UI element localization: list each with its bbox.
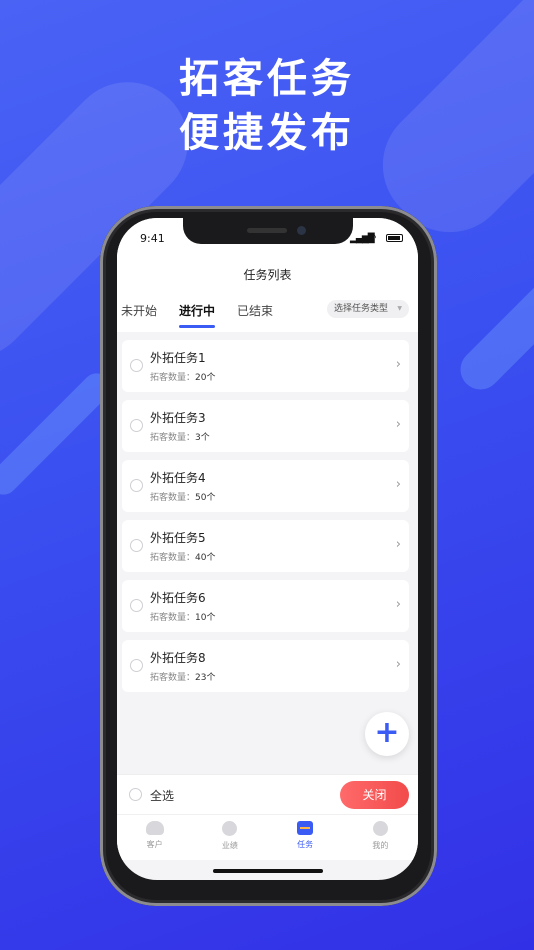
phone-notch [183,218,353,244]
select-radio[interactable] [130,479,143,492]
task-count: 拓客数量：50个 [150,490,215,503]
count-value: 3个 [195,433,210,443]
tabbar-label: 我的 [372,841,389,850]
chevron-right-icon: › [395,597,401,612]
tab-not-started[interactable]: 未开始 [121,302,157,324]
select-radio[interactable] [130,659,143,672]
close-button[interactable]: 关闭 [340,781,409,809]
page-title: 任务列表 [243,268,292,282]
select-all-label[interactable]: 全选 [150,787,174,804]
background-decoration [0,367,117,501]
page-header: 任务列表 未开始 进行中 已结束 选择任务类型 ▼ [117,258,418,332]
tabbar-label: 业绩 [221,841,238,850]
count-label: 拓客数量： [150,373,196,383]
task-card[interactable]: 外拓任务3 拓客数量：3个 › [122,400,409,452]
tab-ended[interactable]: 已结束 [237,302,273,324]
task-card[interactable]: 外拓任务6 拓客数量：10个 › [122,580,409,632]
chevron-right-icon: › [395,357,401,372]
chevron-right-icon: › [395,477,401,492]
select-radio[interactable] [130,539,143,552]
tabbar-item-performance[interactable]: 业绩 [192,815,267,860]
select-all-radio[interactable] [129,788,142,801]
caret-down-icon: ▼ [397,305,402,312]
bottom-action-bar: 全选 关闭 [117,774,418,814]
task-card[interactable]: 外拓任务4 拓客数量：50个 › [122,460,409,512]
phone-screen: 9:41 ▂▄▆█ ◠ 任务列表 未开始 进行中 已结束 选择任务类型 ▼ 外拓… [117,218,418,880]
task-icon [297,821,314,835]
add-task-button[interactable]: + [365,712,409,756]
count-value: 40个 [195,553,216,563]
task-count: 拓客数量：3个 [150,430,210,443]
tabbar-item-mine[interactable]: 我的 [343,815,418,860]
count-label: 拓客数量： [150,673,196,683]
chevron-right-icon: › [395,537,401,552]
tabbar-item-tasks[interactable]: 任务 [268,815,343,860]
performance-icon [222,821,238,836]
speaker [247,228,287,233]
count-label: 拓客数量： [150,493,196,503]
count-value: 50个 [195,493,216,503]
promo-line-1: 拓客任务 [179,56,355,102]
task-type-filter[interactable]: 选择任务类型 ▼ [327,300,409,318]
filter-label: 选择任务类型 [334,304,389,314]
count-value: 20个 [195,373,216,383]
task-card[interactable]: 外拓任务8 拓客数量：23个 › [122,640,409,692]
tabbar-label: 任务 [297,840,314,849]
count-label: 拓客数量： [150,613,196,623]
home-indicator[interactable] [213,869,323,873]
select-radio[interactable] [130,359,143,372]
bottom-tab-bar: 客户 业绩 任务 我的 [117,814,418,860]
task-name: 外拓任务1 [150,351,206,365]
task-count: 拓客数量：23个 [150,670,215,683]
tab-in-progress[interactable]: 进行中 [179,302,216,328]
task-count: 拓客数量：10个 [150,610,215,623]
profile-icon [372,821,388,836]
count-label: 拓客数量： [150,553,196,563]
task-name: 外拓任务4 [150,471,206,485]
chevron-right-icon: › [395,657,401,672]
background-decoration [452,242,534,398]
count-value: 10个 [195,613,216,623]
battery-icon [386,234,403,242]
task-card[interactable]: 外拓任务5 拓客数量：40个 › [122,520,409,572]
front-camera [297,226,306,235]
status-tabs: 未开始 进行中 已结束 [121,302,295,328]
task-count: 拓客数量：40个 [150,550,215,563]
customer-icon [145,821,164,835]
count-value: 23个 [195,673,216,683]
status-time: 9:41 [140,232,165,245]
tabbar-label: 客户 [146,840,163,849]
task-name: 外拓任务6 [150,591,206,605]
task-card[interactable]: 外拓任务1 拓客数量：20个 › [122,340,409,392]
tabbar-item-customers[interactable]: 客户 [117,815,192,860]
select-radio[interactable] [130,419,143,432]
task-name: 外拓任务3 [150,411,206,425]
promo-line-2: 便捷发布 [179,110,355,156]
wifi-icon: ◠ [367,231,377,244]
task-list: 外拓任务1 拓客数量：20个 › 外拓任务3 拓客数量：3个 › 外拓任务4 拓… [122,340,409,700]
select-radio[interactable] [130,599,143,612]
chevron-right-icon: › [395,417,401,432]
task-count: 拓客数量：20个 [150,370,215,383]
promo-headline: 拓客任务 便捷发布 [0,52,534,160]
task-name: 外拓任务8 [150,651,206,665]
count-label: 拓客数量： [150,433,196,443]
task-name: 外拓任务5 [150,531,206,545]
